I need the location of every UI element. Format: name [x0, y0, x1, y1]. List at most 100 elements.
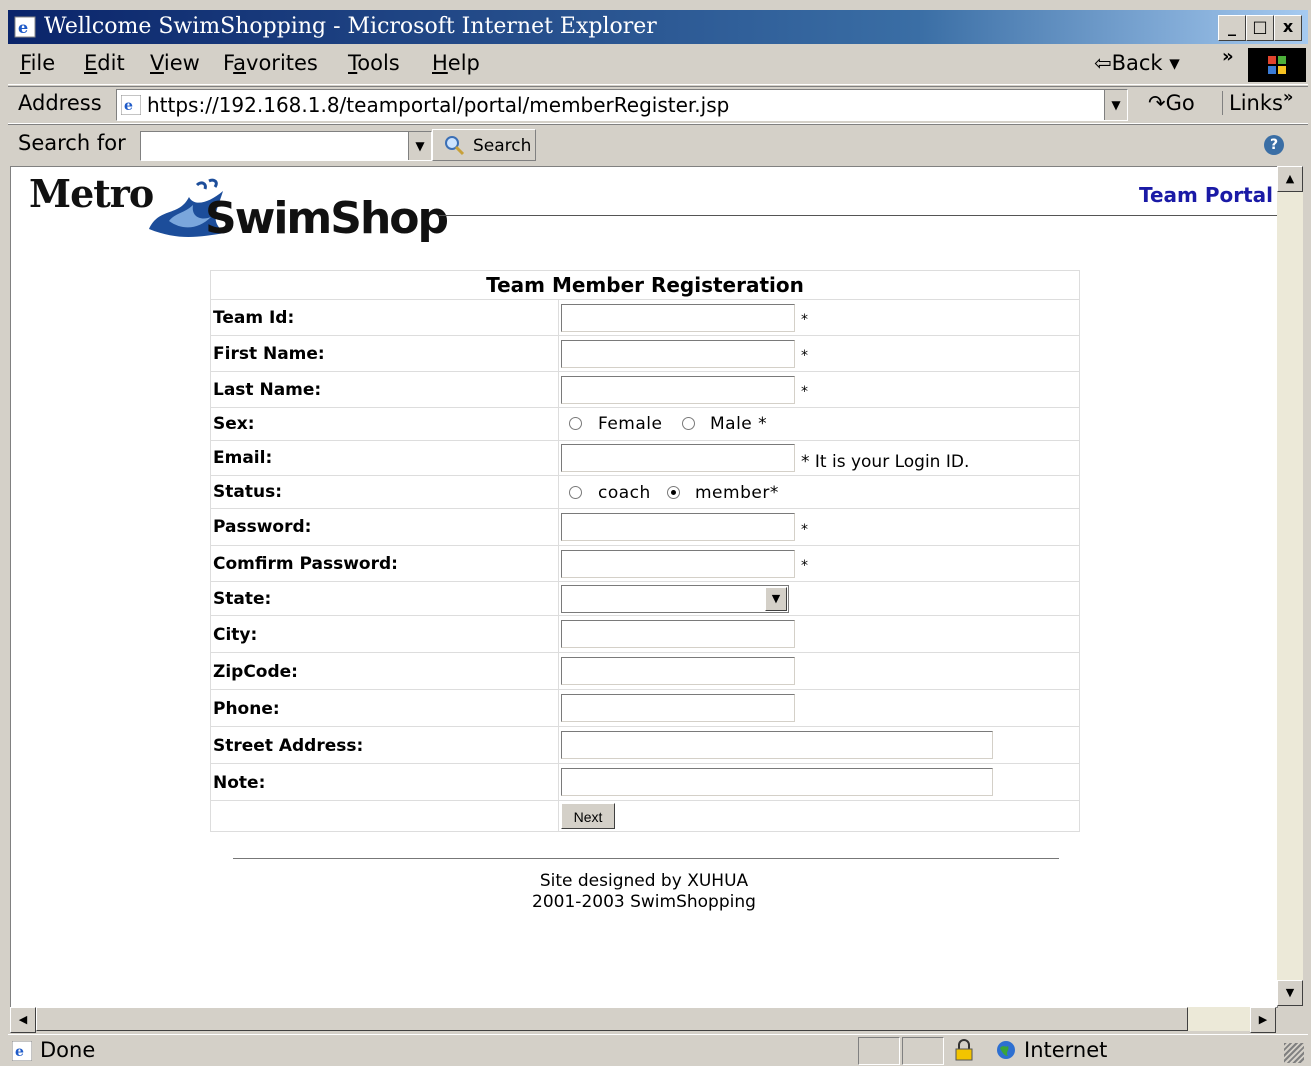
row-divider [558, 764, 559, 800]
menu-file-label: ile [30, 51, 56, 75]
required-mark: * [801, 522, 808, 538]
go-button[interactable]: ↷Go [1148, 91, 1195, 115]
label-status: Status: [213, 482, 282, 502]
search-input[interactable]: ▼ [140, 131, 432, 161]
password-input[interactable] [561, 513, 795, 541]
email-login-hint: * It is your Login ID. [801, 452, 970, 472]
confirm-password-input[interactable] [561, 550, 795, 578]
label-confirm-password: Comfirm Password: [213, 554, 398, 574]
search-label: Search for [18, 131, 126, 155]
minimize-button[interactable]: _ [1218, 15, 1246, 41]
row-divider [558, 801, 559, 831]
vertical-scrollbar[interactable]: ▲ ▼ [1277, 166, 1303, 1006]
address-input[interactable]: e https://192.168.1.8/teamportal/portal/… [116, 89, 1128, 121]
label-first-name: First Name: [213, 344, 325, 364]
row-zipcode: ZipCode: [211, 653, 1079, 690]
links-label: Links [1229, 91, 1283, 115]
last-name-input[interactable] [561, 376, 795, 404]
zipcode-input[interactable] [561, 657, 795, 685]
links-button[interactable]: Links» [1222, 87, 1293, 115]
row-divider [558, 300, 559, 335]
sex-female-radio[interactable] [569, 417, 582, 430]
menu-tools[interactable]: Tools [348, 51, 400, 75]
label-last-name: Last Name: [213, 380, 322, 400]
menu-file[interactable]: File [20, 51, 55, 75]
close-button[interactable]: x [1274, 15, 1302, 41]
address-label: Address [18, 91, 102, 115]
scroll-down-icon[interactable]: ▼ [1277, 980, 1303, 1006]
windows-flag-icon [1248, 48, 1306, 82]
menu-view[interactable]: View [150, 51, 200, 75]
resize-grip-icon[interactable] [1284, 1043, 1304, 1063]
footer-divider [233, 858, 1059, 859]
sex-male-radio[interactable] [682, 417, 695, 430]
row-submit: Next [211, 801, 1079, 831]
row-team-id: Team Id: * [211, 300, 1079, 336]
search-dropdown-icon[interactable]: ▼ [408, 132, 431, 160]
note-input[interactable] [561, 768, 993, 796]
label-team-id: Team Id: [213, 308, 295, 328]
label-zipcode: ZipCode: [213, 662, 298, 682]
logo-metro-text: Metro [29, 171, 154, 216]
next-button[interactable]: Next [561, 803, 615, 829]
status-text: Done [40, 1038, 96, 1062]
required-mark: * [801, 558, 808, 574]
city-input[interactable] [561, 620, 795, 648]
menu-favorites[interactable]: Favorites [223, 51, 318, 75]
menu-edit-label: dit [97, 51, 125, 75]
search-bar: Search for ▼ Search ? [8, 124, 1308, 165]
label-email: Email: [213, 448, 273, 468]
status-member-radio[interactable] [667, 486, 680, 499]
menu-favorites-pre: F [223, 51, 234, 75]
menu-edit[interactable]: Edit [84, 51, 125, 75]
menu-file-accel: F [20, 51, 31, 75]
label-state: State: [213, 589, 272, 609]
go-label: Go [1165, 91, 1195, 115]
team-id-input[interactable] [561, 304, 795, 332]
status-member-label: member* [695, 483, 779, 503]
team-portal-link[interactable]: Team Portal [1139, 183, 1273, 207]
scroll-up-icon[interactable]: ▲ [1277, 166, 1303, 192]
phone-input[interactable] [561, 694, 795, 722]
address-dropdown-icon[interactable]: ▼ [1104, 90, 1127, 120]
scroll-left-icon[interactable]: ◀ [10, 1007, 36, 1033]
security-zone-label: Internet [1024, 1038, 1108, 1062]
street-address-input[interactable] [561, 731, 993, 759]
row-divider [558, 408, 559, 440]
page-ie-icon: e [121, 95, 141, 115]
logo-swimshop-text: SwimShop [205, 193, 449, 244]
maximize-button[interactable]: □ [1246, 15, 1274, 41]
row-email: Email: * It is your Login ID. [211, 441, 1079, 476]
scroll-right-icon[interactable]: ▶ [1250, 1007, 1276, 1033]
menu-favorites-accel: a [233, 51, 247, 75]
label-phone: Phone: [213, 699, 280, 719]
lock-icon [955, 1039, 973, 1061]
row-first-name: First Name: * [211, 336, 1079, 372]
search-button[interactable]: Search [432, 129, 536, 161]
row-confirm-password: Comfirm Password: * [211, 546, 1079, 582]
row-status: Status: coach member* [211, 476, 1079, 509]
magnifier-icon [445, 136, 465, 156]
svg-text:e: e [124, 98, 133, 114]
horizontal-scroll-thumb[interactable] [36, 1007, 1188, 1031]
row-note: Note: [211, 764, 1079, 801]
menu-help[interactable]: Help [432, 51, 480, 75]
back-button[interactable]: ⇦Back ▾ [1094, 51, 1180, 75]
state-select[interactable]: ▼ [561, 585, 789, 613]
address-bar: Address e https://192.168.1.8/teamportal… [8, 86, 1308, 124]
footer-copyright: 2001-2003 SwimShopping [532, 892, 756, 912]
help-icon[interactable]: ? [1264, 135, 1284, 155]
status-panel [902, 1037, 944, 1065]
horizontal-scrollbar[interactable]: ◀ ▶ [10, 1007, 1276, 1033]
registration-form: Team Member Registeration Team Id: * Fir… [210, 270, 1080, 832]
page-viewport: Metro SwimShop Team Portal Team Member R… [10, 166, 1278, 1008]
row-divider [558, 509, 559, 545]
chevron-down-icon[interactable]: ▼ [765, 587, 787, 611]
status-bar: e Done Internet [8, 1034, 1308, 1065]
status-coach-radio[interactable] [569, 486, 582, 499]
first-name-input[interactable] [561, 340, 795, 368]
row-sex: Sex: Female Male * [211, 408, 1079, 441]
window-title: Wellcome SwimShopping - Microsoft Intern… [44, 14, 657, 39]
email-input[interactable] [561, 444, 795, 472]
toolbar-chevron-icon[interactable]: » [1222, 46, 1234, 67]
